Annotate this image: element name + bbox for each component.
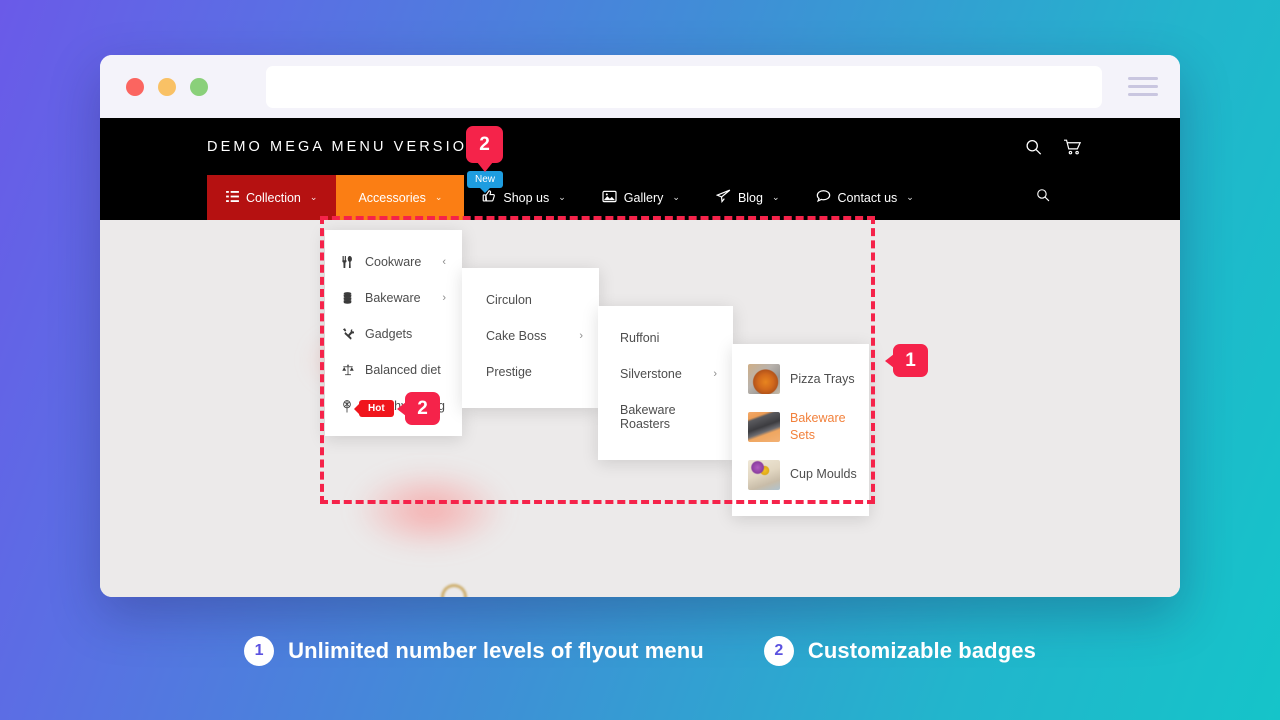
bakeware-set-thumbnail [748,411,780,442]
chevron-left-icon: ‹ [442,256,446,268]
menu-item-label: Cookware [365,255,422,269]
chevron-down-icon: ⌄ [434,192,443,202]
menu-item-balanced-diet[interactable]: Balanced diet [325,352,462,388]
chevron-right-icon: › [442,292,446,304]
menu-item-cookware[interactable]: Cookware ‹ [325,244,462,280]
image-icon [602,190,617,206]
cup-mould-thumbnail [748,459,780,490]
menu-item-label: Balanced diet [365,363,441,377]
menu-item-gadgets[interactable]: Gadgets [325,316,462,352]
nav-item-collection[interactable]: Collection ⌄ [207,175,337,220]
nav-label: Blog [737,190,763,205]
nav-item-gallery[interactable]: Gallery ⌄ [584,175,698,220]
tools-icon [342,328,362,340]
menu-item-bakeware-roasters[interactable]: Bakeware Roasters [598,392,733,442]
nav-label: Accessories [358,190,426,205]
hamburger-line [1128,93,1158,96]
nav-label: Shop us [503,190,550,205]
layers-icon [342,292,362,304]
menu-item-circulon[interactable]: Circulon [462,282,599,318]
badge-hot: Hot [359,400,394,417]
chat-bubble-icon [816,189,831,206]
chevron-right-icon: › [713,368,717,380]
chevron-down-icon: ⌄ [672,192,680,202]
menu-item-prestige[interactable]: Prestige [462,354,599,390]
chevron-down-icon: ⌄ [771,192,780,202]
close-window-button[interactable] [126,77,144,96]
flyout-menu-level-2: Circulon Cake Boss › Prestige [462,268,599,408]
product-item-bakeware-sets[interactable]: Bakeware Sets [732,402,869,452]
nav-label: Collection [246,190,301,205]
nav-item-contact-us[interactable]: Contact us ⌄ [798,175,932,220]
paper-plane-icon [715,189,731,206]
pizza-tray-thumbnail [748,364,780,394]
callout-marker-2-menu: 2 [405,392,440,425]
caption-1: 1 Unlimited number levels of flyout menu [244,636,704,666]
callout-marker-1: 1 [893,344,928,377]
header-icon-group [1025,138,1082,155]
url-input[interactable] [266,65,1102,108]
menu-item-cake-boss[interactable]: Cake Boss › [462,318,599,354]
browser-window: DEMO MEGA MENU VERSION 2 Collection ⌄ Ac… [100,55,1180,597]
caption-2: 2 Customizable badges [763,636,1036,666]
caption-text: Customizable badges [807,638,1036,663]
menu-item-label: Bakeware [365,291,421,305]
nav-item-blog[interactable]: Blog ⌄ [698,175,798,220]
nav-label: Contact us [837,190,898,205]
search-icon[interactable] [1025,138,1042,155]
chevron-right-icon: › [579,330,583,342]
menu-item-label: Gadgets [365,327,413,341]
menu-item-label: Cake Boss [486,329,547,343]
badge-new: New [467,171,504,188]
product-label: Pizza Trays [790,371,855,386]
chevron-down-icon: ⌄ [906,192,914,202]
nav-label: Gallery [623,190,664,205]
product-label: Bakeware Sets [790,411,846,442]
nav-search-button[interactable] [1020,175,1066,220]
callout-marker-2-header: 2 [466,126,503,163]
hero-section: Cookware ‹ Bakeware › Gadgets Balanced d… [100,220,1180,597]
cutlery-icon [342,256,362,268]
menu-item-label: Circulon [486,293,532,307]
chevron-down-icon: ⌄ [309,192,318,202]
hamburger-line [1128,85,1158,88]
search-icon [1036,188,1050,207]
minimize-window-button[interactable] [158,77,176,96]
list-icon [226,190,239,205]
menu-item-silverstone[interactable]: Silverstone › [598,356,733,392]
menu-item-label: Prestige [486,365,532,379]
product-item-pizza-trays[interactable]: Pizza Trays [732,356,869,402]
main-navigation: Collection ⌄ Accessories ⌄ Shop us ⌄ Gal… [100,175,1180,220]
menu-item-label: Ruffoni [620,331,660,345]
menu-item-ruffoni[interactable]: Ruffoni [598,320,733,356]
site-header: DEMO MEGA MENU VERSION 2 [100,118,1180,175]
nav-item-accessories[interactable]: Accessories ⌄ [336,175,465,220]
cart-icon[interactable] [1063,138,1082,155]
page-title: DEMO MEGA MENU VERSION 2 [207,138,499,155]
footer-captions: 1 Unlimited number levels of flyout menu… [0,636,1280,666]
product-label: Cup Moulds [790,467,857,482]
hamburger-line [1128,77,1158,80]
caption-number: 1 [244,636,275,666]
menu-item-bakeware[interactable]: Bakeware › [325,280,462,316]
flyout-menu-level-4: Pizza Trays Bakeware Sets Cup Moulds [732,344,869,516]
scales-icon [342,364,362,376]
menu-item-label: Silverstone [620,367,682,381]
browser-chrome [100,55,1180,118]
chevron-down-icon: ⌄ [558,192,566,202]
flyout-menu-level-3: Ruffoni Silverstone › Bakeware Roasters [598,306,733,460]
hamburger-icon[interactable] [1128,77,1158,96]
product-item-cup-moulds[interactable]: Cup Moulds [732,452,869,498]
maximize-window-button[interactable] [190,77,208,96]
window-controls [126,77,208,96]
menu-item-label: Bakeware Roasters [620,403,676,431]
caption-number: 2 [763,636,794,666]
caption-text: Unlimited number levels of flyout menu [288,638,704,663]
